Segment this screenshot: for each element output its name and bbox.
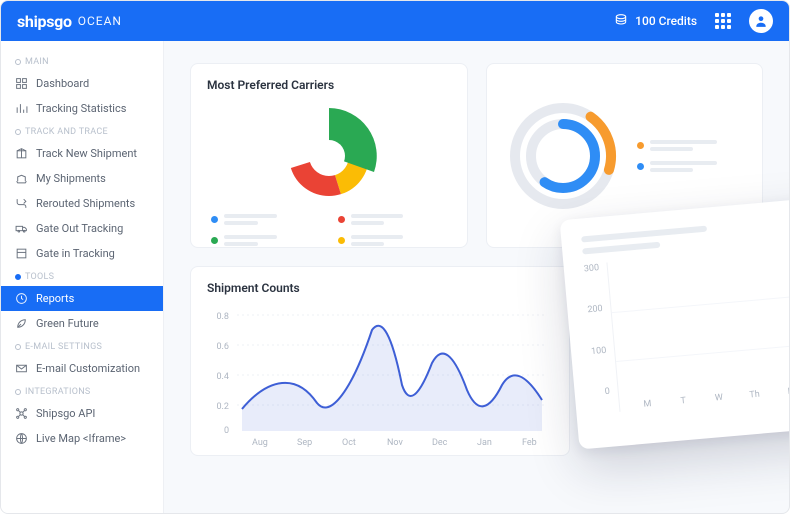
- sidebar-item-api[interactable]: Shipsgo API: [1, 401, 163, 426]
- svg-text:0.2: 0.2: [217, 402, 230, 412]
- sidebar-item-label: Live Map <Iframe>: [36, 432, 126, 445]
- coins-icon: [613, 12, 629, 31]
- sidebar-item-tracking-stats[interactable]: Tracking Statistics: [1, 96, 163, 121]
- floating-bar-card: 300 200 100 0 M T W Th F S S: [560, 192, 789, 449]
- clock-icon: [15, 292, 28, 305]
- legend-item: [211, 214, 320, 225]
- legend-item: [338, 235, 447, 246]
- svg-text:Jan: Jan: [477, 438, 492, 448]
- truck-icon: [15, 222, 28, 235]
- credits-indicator[interactable]: 100 Credits: [613, 12, 697, 31]
- legend-item: [637, 161, 747, 172]
- section-email: E-MAIL SETTINGS: [1, 336, 163, 356]
- line-chart: 0.8 0.6 0.4 0.2 0 Aug Sep Oct Nov Dec Ja…: [207, 305, 557, 450]
- ring-chart: [503, 96, 623, 216]
- section-main: MAIN: [1, 51, 163, 71]
- user-avatar-icon[interactable]: [749, 9, 773, 33]
- brand: shipsgo OCEAN: [17, 12, 122, 31]
- card-title: Most Preferred Carriers: [207, 78, 451, 92]
- sidebar-item-label: E-mail Customization: [36, 362, 140, 375]
- svg-text:Dec: Dec: [432, 438, 448, 448]
- section-tools: TOOLS: [1, 266, 163, 286]
- sidebar-item-green-future[interactable]: Green Future: [1, 311, 163, 336]
- svg-text:Feb: Feb: [522, 438, 537, 448]
- stats-icon: [15, 102, 28, 115]
- legend-item: [338, 214, 447, 225]
- brand-name: shipsgo: [17, 12, 72, 31]
- svg-text:0.4: 0.4: [217, 372, 230, 382]
- sidebar-item-label: Gate in Tracking: [36, 247, 115, 260]
- section-track: TRACK AND TRACE: [1, 121, 163, 141]
- ytick: 200: [587, 304, 603, 315]
- legend-item: [637, 140, 747, 151]
- api-icon: [15, 407, 28, 420]
- svg-text:Aug: Aug: [252, 438, 268, 448]
- content-area: Most Preferred Carriers: [164, 41, 789, 513]
- ytick: 0: [594, 387, 610, 398]
- sidebar-item-my-shipments[interactable]: My Shipments: [1, 166, 163, 191]
- ship-icon: [15, 172, 28, 185]
- brand-product: OCEAN: [78, 14, 122, 28]
- sidebar-item-label: Reports: [36, 292, 74, 305]
- card-title: Shipment Counts: [207, 281, 553, 295]
- donut-chart-carriers: [207, 102, 451, 212]
- sidebar-item-label: Tracking Statistics: [36, 102, 126, 115]
- card-shipment-counts: Shipment Counts 0.8 0.6 0.4 0.2 0 Aug Se…: [190, 266, 570, 456]
- ytick: 100: [591, 345, 607, 356]
- package-icon: [15, 147, 28, 160]
- sidebar-item-label: Shipsgo API: [36, 407, 95, 420]
- body: MAIN Dashboard Tracking Statistics TRACK…: [1, 41, 789, 513]
- section-integrations: INTEGRATIONS: [1, 381, 163, 401]
- svg-text:0.6: 0.6: [217, 342, 230, 352]
- svg-text:0.8: 0.8: [217, 312, 230, 322]
- app-window: shipsgo OCEAN 100 Credits MAIN Dashboar: [0, 0, 790, 514]
- header-actions: 100 Credits: [613, 9, 773, 33]
- app-header: shipsgo OCEAN 100 Credits: [1, 1, 789, 41]
- sidebar-item-gate-in[interactable]: Gate in Tracking: [1, 241, 163, 266]
- legend-item: [211, 235, 320, 246]
- sidebar-item-rerouted[interactable]: Rerouted Shipments: [1, 191, 163, 216]
- svg-text:Oct: Oct: [342, 438, 356, 448]
- sidebar: MAIN Dashboard Tracking Statistics TRACK…: [1, 41, 164, 513]
- ytick: 300: [584, 263, 600, 274]
- gate-icon: [15, 247, 28, 260]
- sidebar-item-label: Dashboard: [36, 77, 89, 90]
- sidebar-item-track-new[interactable]: Track New Shipment: [1, 141, 163, 166]
- sidebar-item-live-map[interactable]: Live Map <Iframe>: [1, 426, 163, 451]
- svg-text:0: 0: [224, 426, 229, 436]
- sidebar-item-gate-out[interactable]: Gate Out Tracking: [1, 216, 163, 241]
- sidebar-item-label: Gate Out Tracking: [36, 222, 123, 235]
- bar-chart: 300 200 100 0 M T W Th F S S: [584, 240, 789, 414]
- map-icon: [15, 432, 28, 445]
- mail-icon: [15, 362, 28, 375]
- sidebar-item-dashboard[interactable]: Dashboard: [1, 71, 163, 96]
- apps-icon[interactable]: [715, 13, 731, 29]
- svg-text:Nov: Nov: [387, 438, 403, 448]
- sidebar-item-label: Green Future: [36, 317, 99, 330]
- dashboard-icon: [15, 77, 28, 90]
- sidebar-item-label: My Shipments: [36, 172, 106, 185]
- leaf-icon: [15, 317, 28, 330]
- svg-text:Sep: Sep: [297, 438, 312, 448]
- card-carriers: Most Preferred Carriers: [190, 63, 468, 248]
- sidebar-item-email-customization[interactable]: E-mail Customization: [1, 356, 163, 381]
- sidebar-item-reports[interactable]: Reports: [1, 286, 163, 311]
- sidebar-item-label: Rerouted Shipments: [36, 197, 135, 210]
- route-icon: [15, 197, 28, 210]
- credits-label: 100 Credits: [635, 14, 697, 28]
- sidebar-item-label: Track New Shipment: [36, 147, 137, 160]
